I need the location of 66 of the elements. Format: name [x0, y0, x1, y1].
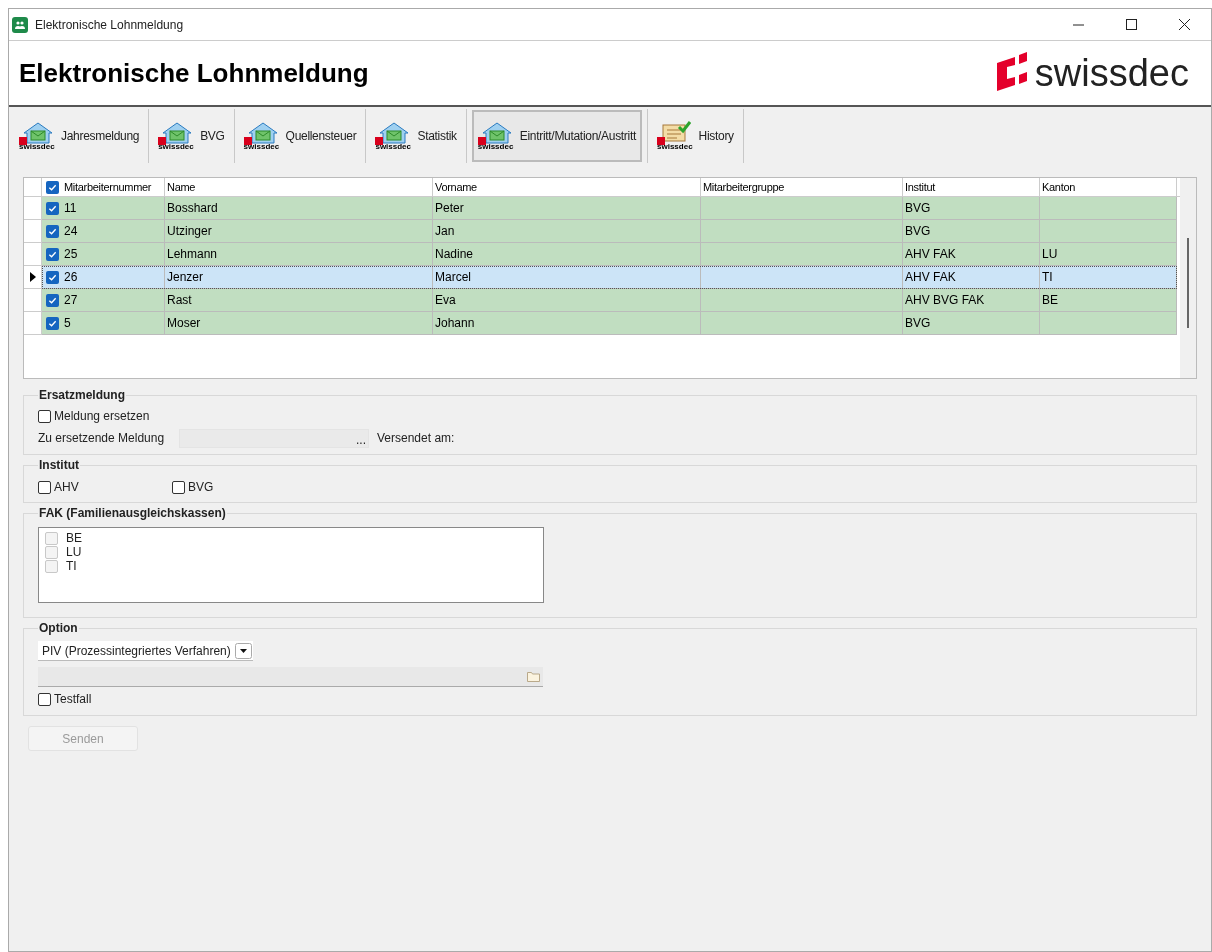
- table-cell: BVG: [903, 312, 1040, 335]
- scrollbar[interactable]: [1180, 178, 1196, 378]
- checkmark-icon: [47, 295, 57, 305]
- tab-badge-text: swissdec: [19, 143, 55, 151]
- checkbox-label: AHV: [54, 479, 79, 496]
- column-header[interactable]: Institut: [903, 178, 1040, 196]
- column-header[interactable]: Kanton: [1040, 178, 1177, 196]
- checkmark-icon: [47, 272, 57, 282]
- row-checkbox[interactable]: [45, 224, 59, 238]
- window-title: Elektronische Lohnmeldung: [35, 16, 184, 34]
- tab-badge-text: swissdec: [243, 143, 280, 151]
- tab-badge-text: swissdec: [657, 143, 693, 151]
- checkbox-label: LU: [66, 544, 82, 561]
- checkbox[interactable]: [38, 480, 51, 494]
- checkbox-label: TI: [66, 558, 77, 575]
- house-mail-icon: [19, 121, 55, 145]
- toolbar-tab[interactable]: swissdec Statistik: [371, 110, 461, 162]
- tab-badge-text: swissdec: [477, 143, 514, 151]
- checkmark-icon: [47, 226, 57, 236]
- checkmark-icon: [47, 318, 57, 328]
- column-header[interactable]: Mitarbeiternummer: [62, 178, 165, 196]
- checkmark-icon: [47, 182, 57, 192]
- table-row[interactable]: 11 Bosshard Peter BVG: [42, 197, 1177, 220]
- checkbox[interactable]: [172, 480, 185, 494]
- house-mail-icon: [243, 121, 280, 145]
- toolbar-tab[interactable]: swissdec Eintritt/Mutation/Austritt: [471, 110, 642, 162]
- column-header[interactable]: Name: [165, 178, 433, 196]
- toolbar-tab[interactable]: swissdec Jahresmeldung: [15, 110, 144, 162]
- table-cell: 5: [62, 312, 165, 335]
- table-row[interactable]: 25 Lehmann Nadine AHV FAK LU: [42, 243, 1177, 266]
- toolbar-tab[interactable]: swissdec BVG: [154, 110, 229, 162]
- tab-badge-text: swissdec: [375, 143, 411, 151]
- checkbox-label: Meldung ersetzen: [54, 408, 150, 425]
- tab-badge-text: swissdec: [158, 143, 194, 151]
- row-checkbox[interactable]: [45, 201, 59, 215]
- row-checkbox[interactable]: [45, 293, 59, 307]
- table-cell: Moser: [165, 312, 433, 335]
- field-label: Zu ersetzende Meldung: [38, 430, 166, 447]
- checkbox-label: Testfall: [54, 691, 92, 708]
- dropdown[interactable]: PIV (Prozessintegriertes Verfahren): [38, 641, 253, 661]
- table-row[interactable]: 5 Moser Johann BVG: [42, 312, 1177, 335]
- table-row[interactable]: 27 Rast Eva AHV BVG FAK BE: [42, 289, 1177, 312]
- page-title: Elektronische Lohnmeldung: [19, 56, 369, 90]
- checkmark-icon: [47, 203, 57, 213]
- checkbox-label: BE: [66, 530, 82, 547]
- row-checkbox[interactable]: [45, 247, 59, 261]
- house-mail-icon: [477, 121, 514, 145]
- logo-text: swissdec: [1034, 54, 1189, 92]
- column-header[interactable]: Mitarbeitergruppe: [701, 178, 903, 196]
- toolbar-tab[interactable]: swissdec Quellensteuer: [239, 110, 361, 162]
- row-checkbox[interactable]: [45, 270, 59, 284]
- document-check-icon: [657, 121, 691, 145]
- app-icon: [12, 16, 28, 33]
- row-checkbox[interactable]: [45, 316, 59, 330]
- table-row[interactable]: 24 Utzinger Jan BVG: [42, 220, 1177, 243]
- checkbox-label: BVG: [188, 479, 214, 496]
- table-cell: Johann: [433, 312, 701, 335]
- checkbox[interactable]: [38, 692, 51, 706]
- table-row[interactable]: 26 Jenzer Marcel AHV FAK TI: [42, 266, 1177, 289]
- select-all-checkbox[interactable]: [45, 180, 59, 194]
- field-label: Versendet am:: [377, 430, 455, 447]
- column-header[interactable]: Vorname: [433, 178, 701, 196]
- toolbar-tab[interactable]: swissdec History: [653, 110, 738, 162]
- checkbox[interactable]: [38, 409, 51, 423]
- path-field[interactable]: [38, 667, 543, 687]
- checkmark-icon: [47, 249, 57, 259]
